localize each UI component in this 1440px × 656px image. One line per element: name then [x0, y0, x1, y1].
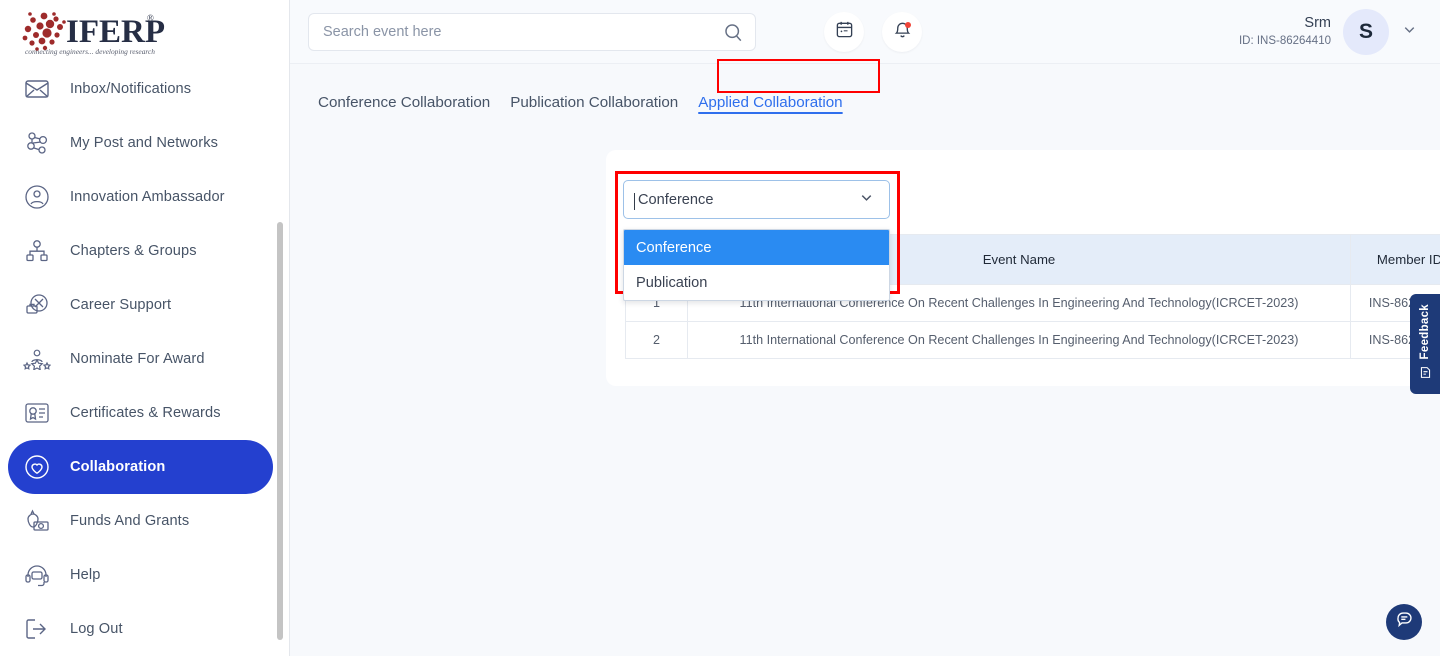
tab-publication-collaboration[interactable]: Publication Collaboration [500, 90, 688, 115]
search-box[interactable] [308, 13, 756, 51]
text-cursor [634, 193, 635, 210]
career-icon [20, 288, 54, 322]
sidebar-item-funds-and-grants[interactable]: Funds And Grants [8, 494, 273, 548]
sidebar-item-log-out[interactable]: Log Out [8, 602, 273, 656]
collaboration-type-dropdown[interactable]: Conference Publication [623, 229, 890, 301]
chevron-down-icon[interactable] [1401, 21, 1418, 43]
sidebar-nav: Inbox/Notifications My Post and Networks [0, 58, 289, 656]
profile-text: Srm ID: INS-86264410 [1239, 14, 1331, 49]
topbar-icon-group [824, 12, 922, 52]
sidebar-item-my-post-and-networks[interactable]: My Post and Networks [8, 116, 273, 170]
envelope-icon [20, 72, 54, 106]
chat-button[interactable] [1386, 604, 1422, 640]
chevron-down-icon[interactable] [858, 189, 875, 211]
dropdown-option-conference[interactable]: Conference [624, 230, 889, 265]
feedback-tab[interactable]: Feedback [1410, 294, 1440, 394]
network-icon [20, 126, 54, 160]
svg-text:connecting engineers... develo: connecting engineers... developing resea… [25, 47, 155, 56]
collaboration-type-select[interactable]: Conference [623, 180, 890, 219]
tab-applied-collaboration[interactable]: Applied Collaboration [688, 90, 852, 115]
profile-id: ID: INS-86264410 [1239, 34, 1331, 50]
sidebar-item-label: Nominate For Award [70, 351, 205, 367]
main-content: Srm ID: INS-86264410 S Conference Collab… [290, 0, 1440, 656]
notification-badge [905, 22, 911, 28]
sidebar-item-certificates-rewards[interactable]: Certificates & Rewards [8, 386, 273, 440]
cell-sno: 2 [626, 322, 688, 359]
avatar[interactable]: S [1343, 9, 1389, 55]
dropdown-option-publication[interactable]: Publication [624, 265, 889, 300]
collaboration-icon [20, 450, 54, 484]
cell-event-name: 11th International Conference On Recent … [688, 322, 1351, 359]
table-row[interactable]: 2 11th International Conference On Recen… [626, 322, 1440, 359]
svg-text:®: ® [147, 13, 154, 23]
headset-icon [20, 558, 54, 592]
award-icon [20, 342, 54, 376]
sidebar-item-collaboration[interactable]: Collaboration [8, 440, 273, 494]
feedback-note-icon [1419, 366, 1432, 384]
profile-name: Srm [1239, 14, 1331, 34]
innovation-icon [20, 180, 54, 214]
chat-bubble-icon [1395, 610, 1414, 634]
groups-icon [20, 234, 54, 268]
iferp-logo-icon: IFERP ® connecting engineers... developi… [14, 8, 166, 58]
sidebar: IFERP ® connecting engineers... developi… [0, 0, 290, 656]
sidebar-item-label: Certificates & Rewards [70, 405, 221, 421]
notifications-button[interactable] [882, 12, 922, 52]
sidebar-item-label: Innovation Ambassador [70, 189, 225, 205]
app-root: IFERP ® connecting engineers... developi… [0, 0, 1440, 656]
funds-icon [20, 504, 54, 538]
sidebar-item-career-support[interactable]: Career Support [8, 278, 273, 332]
sidebar-item-nominate-for-award[interactable]: Nominate For Award [8, 332, 273, 386]
sidebar-item-inbox-notifications[interactable]: Inbox/Notifications [8, 62, 273, 116]
sidebar-item-label: Inbox/Notifications [70, 81, 191, 97]
calendar-icon [835, 20, 854, 44]
sidebar-scrollbar[interactable] [277, 222, 283, 640]
column-header-member-id: Member ID [1351, 235, 1440, 285]
tab-highlight-box [717, 59, 880, 93]
topbar: Srm ID: INS-86264410 S [290, 0, 1440, 64]
brand-logo[interactable]: IFERP ® connecting engineers... developi… [0, 0, 289, 58]
feedback-label: Feedback [1419, 304, 1431, 359]
logout-icon [20, 612, 54, 646]
sidebar-item-help[interactable]: Help [8, 548, 273, 602]
search-input[interactable] [323, 24, 741, 40]
sidebar-item-label: Log Out [70, 621, 123, 637]
tab-conference-collaboration[interactable]: Conference Collaboration [308, 90, 500, 115]
sidebar-item-label: Funds And Grants [70, 513, 189, 529]
collaboration-tabs: Conference Collaboration Publication Col… [290, 64, 1440, 115]
certificate-icon [20, 396, 54, 430]
collaboration-type-value: Conference [638, 192, 713, 208]
sidebar-item-innovation-ambassador[interactable]: Innovation Ambassador [8, 170, 273, 224]
search-icon[interactable] [724, 23, 743, 47]
profile-area[interactable]: Srm ID: INS-86264410 S [1239, 9, 1418, 55]
sidebar-item-label: Chapters & Groups [70, 243, 197, 259]
sidebar-item-label: Collaboration [70, 459, 165, 475]
sidebar-item-label: Help [70, 567, 100, 583]
sidebar-item-chapters-groups[interactable]: Chapters & Groups [8, 224, 273, 278]
sidebar-item-label: Career Support [70, 297, 171, 313]
sidebar-item-label: My Post and Networks [70, 135, 218, 151]
calendar-button[interactable] [824, 12, 864, 52]
